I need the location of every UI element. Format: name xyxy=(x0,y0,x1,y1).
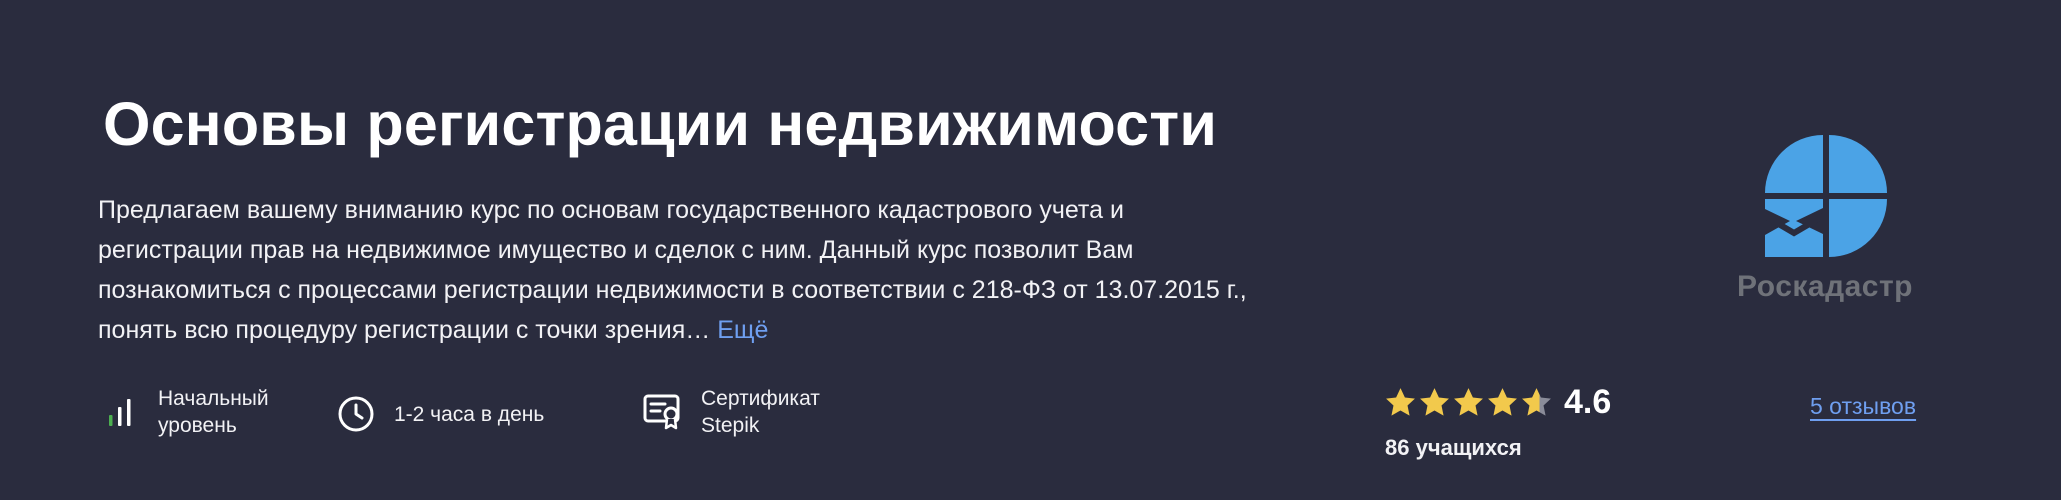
course-promo-header: Основы регистрации недвижимости Предлага… xyxy=(0,0,2061,500)
certificate-icon xyxy=(641,390,685,434)
author-name[interactable]: Роскадастр xyxy=(1737,270,1913,304)
course-title: Основы регистрации недвижимости xyxy=(103,90,1218,158)
course-description: Предлагаем вашему вниманию курс по основ… xyxy=(98,190,1248,350)
star-icon xyxy=(1454,387,1483,416)
feature-time-text: 1-2 часа в день xyxy=(394,402,545,426)
feature-time: 1-2 часа в день xyxy=(334,392,544,436)
star-half-icon xyxy=(1522,387,1551,416)
feature-certificate-line1: Сертификат xyxy=(701,387,820,410)
course-description-text: Предлагаем вашему вниманию курс по основ… xyxy=(98,196,1247,344)
rating-value: 4.6 xyxy=(1564,383,1612,421)
star-icon xyxy=(1488,387,1517,416)
feature-certificate-text: Сертификат Stepik xyxy=(701,385,820,439)
star-icon xyxy=(1386,387,1415,416)
clock-icon xyxy=(334,392,378,436)
feature-certificate: Сертификат Stepik xyxy=(641,385,820,439)
reviews-link[interactable]: 5 отзывов xyxy=(1810,393,1916,420)
rating-stars: 4.6 xyxy=(1384,382,1611,422)
feature-level-text: Начальный уровень xyxy=(158,385,269,439)
star-icon xyxy=(1420,387,1449,416)
rating-block: 4.6 xyxy=(1384,382,1611,422)
feature-level-line2: уровень xyxy=(158,414,237,437)
level-bars-icon xyxy=(98,390,142,434)
feature-level: Начальный уровень xyxy=(98,385,269,439)
more-link[interactable]: Ещё xyxy=(717,316,768,344)
learners-count: 86 учащихся xyxy=(1385,435,1522,460)
feature-certificate-line2: Stepik xyxy=(701,414,760,437)
feature-level-line1: Начальный xyxy=(158,387,269,410)
